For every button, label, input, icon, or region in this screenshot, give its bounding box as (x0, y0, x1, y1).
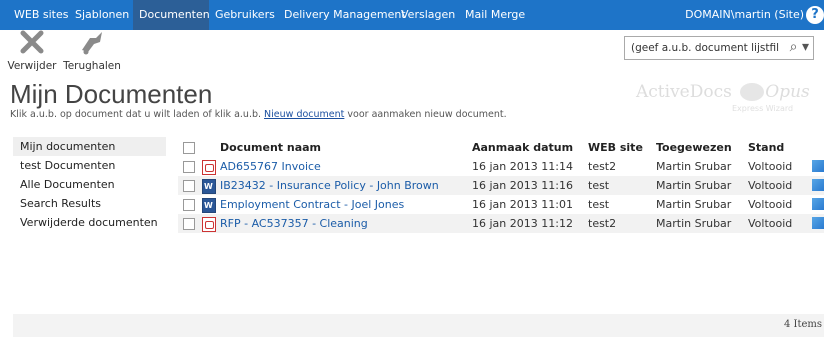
table-row[interactable]: IB23432 - Insurance Policy - John Brown … (178, 176, 824, 195)
tab-documenten[interactable]: Documenten (133, 0, 210, 30)
tab-gebruikers[interactable]: Gebruikers (215, 0, 277, 30)
document-name-link[interactable]: RFP - AC537357 - Cleaning (220, 214, 368, 233)
created-date: 16 jan 2013 11:01 (472, 198, 573, 211)
row-checkbox[interactable] (183, 180, 195, 192)
tab-delivery-management[interactable]: Delivery Management (284, 0, 406, 30)
tab-web-sites[interactable]: WEB sites (9, 0, 68, 30)
brand-subtitle: Express Wizard (732, 104, 794, 113)
document-filter-input[interactable] (629, 39, 781, 57)
edit-icon[interactable] (812, 160, 824, 172)
brand-swirl-icon (740, 83, 764, 101)
delete-button[interactable]: Verwijder (2, 30, 62, 72)
row-checkbox[interactable] (183, 218, 195, 230)
table-header-row: Document naam Aanmaak datum WEB site Toe… (178, 138, 824, 157)
word-icon (202, 198, 216, 213)
web-site: test2 (588, 217, 617, 230)
brand-tag: Opus (765, 82, 810, 102)
top-navigation-bar: WEB sites Sjablonen Documenten Gebruiker… (0, 0, 824, 30)
row-checkbox[interactable] (183, 199, 195, 211)
status: Voltooid (748, 179, 793, 192)
edit-icon[interactable] (812, 179, 824, 191)
table-footer: 4 Items (13, 314, 824, 337)
delete-icon (20, 30, 44, 54)
nav-item-mijn-documenten[interactable]: Mijn documenten (13, 137, 166, 156)
created-date: 16 jan 2013 11:16 (472, 179, 573, 192)
header-document-name[interactable]: Document naam (220, 138, 321, 157)
document-name-link[interactable]: Employment Contract - Joel Jones (220, 195, 404, 214)
pdf-icon (202, 160, 216, 175)
help-icon[interactable]: ? (806, 6, 824, 24)
user-account-menu[interactable]: DOMAIN\martin (Site) (685, 0, 804, 30)
activedocs-logo: ActiveDocs Opus Express Wizard (636, 82, 810, 113)
status: Voltooid (748, 198, 793, 211)
tab-verslagen[interactable]: Verslagen (401, 0, 457, 30)
web-site: test (588, 179, 610, 192)
web-site: test2 (588, 160, 617, 173)
left-navigation: Mijn documenten test Documenten Alle Doc… (13, 137, 166, 232)
header-web-site[interactable]: WEB site (588, 138, 643, 157)
page-subtitle: Klik a.u.b. op document dat u wilt laden… (10, 109, 507, 120)
select-all-checkbox[interactable] (183, 142, 195, 154)
subtitle-text-before: Klik a.u.b. op document dat u wilt laden… (10, 109, 265, 120)
created-date: 16 jan 2013 11:14 (472, 160, 573, 173)
nav-item-search-results[interactable]: Search Results (13, 194, 166, 213)
status: Voltooid (748, 160, 793, 173)
tab-sjablonen[interactable]: Sjablonen (70, 0, 139, 30)
header-assigned[interactable]: Toegewezen (656, 138, 732, 157)
header-status[interactable]: Stand (748, 138, 784, 157)
page-title: Mijn Documenten (10, 79, 213, 109)
pdf-icon (202, 217, 216, 232)
header-created-date[interactable]: Aanmaak datum (472, 138, 573, 157)
assigned-user: Martin Srubar (656, 160, 732, 173)
restore-icon (82, 32, 102, 55)
nav-item-test-documenten[interactable]: test Documenten (13, 156, 166, 175)
restore-button[interactable]: Terughalen (62, 30, 122, 72)
nav-item-alle-documenten[interactable]: Alle Documenten (13, 175, 166, 194)
assigned-user: Martin Srubar (656, 198, 732, 211)
subtitle-text-after: voor aanmaken nieuw document. (344, 109, 507, 120)
word-icon (202, 179, 216, 194)
web-site: test (588, 198, 610, 211)
table-row[interactable]: RFP - AC537357 - Cleaning 16 jan 2013 11… (178, 214, 824, 233)
row-checkbox[interactable] (183, 161, 195, 173)
table-row[interactable]: AD655767 Invoice 16 jan 2013 11:14 test2… (178, 157, 824, 176)
restore-button-label: Terughalen (63, 60, 121, 72)
document-name-link[interactable]: AD655767 Invoice (220, 157, 321, 176)
nav-item-verwijderde-documenten[interactable]: Verwijderde documenten (13, 213, 166, 232)
assigned-user: Martin Srubar (656, 217, 732, 230)
created-date: 16 jan 2013 11:12 (472, 217, 573, 230)
edit-icon[interactable] (812, 217, 824, 229)
status: Voltooid (748, 217, 793, 230)
table-row[interactable]: Employment Contract - Joel Jones 16 jan … (178, 195, 824, 214)
new-document-link[interactable]: Nieuw document (264, 109, 344, 120)
document-name-link[interactable]: IB23432 - Insurance Policy - John Brown (220, 176, 439, 195)
brand-name: ActiveDocs (636, 82, 732, 102)
edit-icon[interactable] (812, 198, 824, 210)
search-dropdown-icon[interactable]: ⌕ ▾ (790, 39, 809, 55)
tab-mail-merge[interactable]: Mail Merge (465, 0, 527, 30)
delete-button-label: Verwijder (7, 60, 57, 72)
item-count: 4 Items (783, 319, 822, 330)
document-filter-box: ⌕ ▾ (624, 36, 814, 60)
assigned-user: Martin Srubar (656, 179, 732, 192)
